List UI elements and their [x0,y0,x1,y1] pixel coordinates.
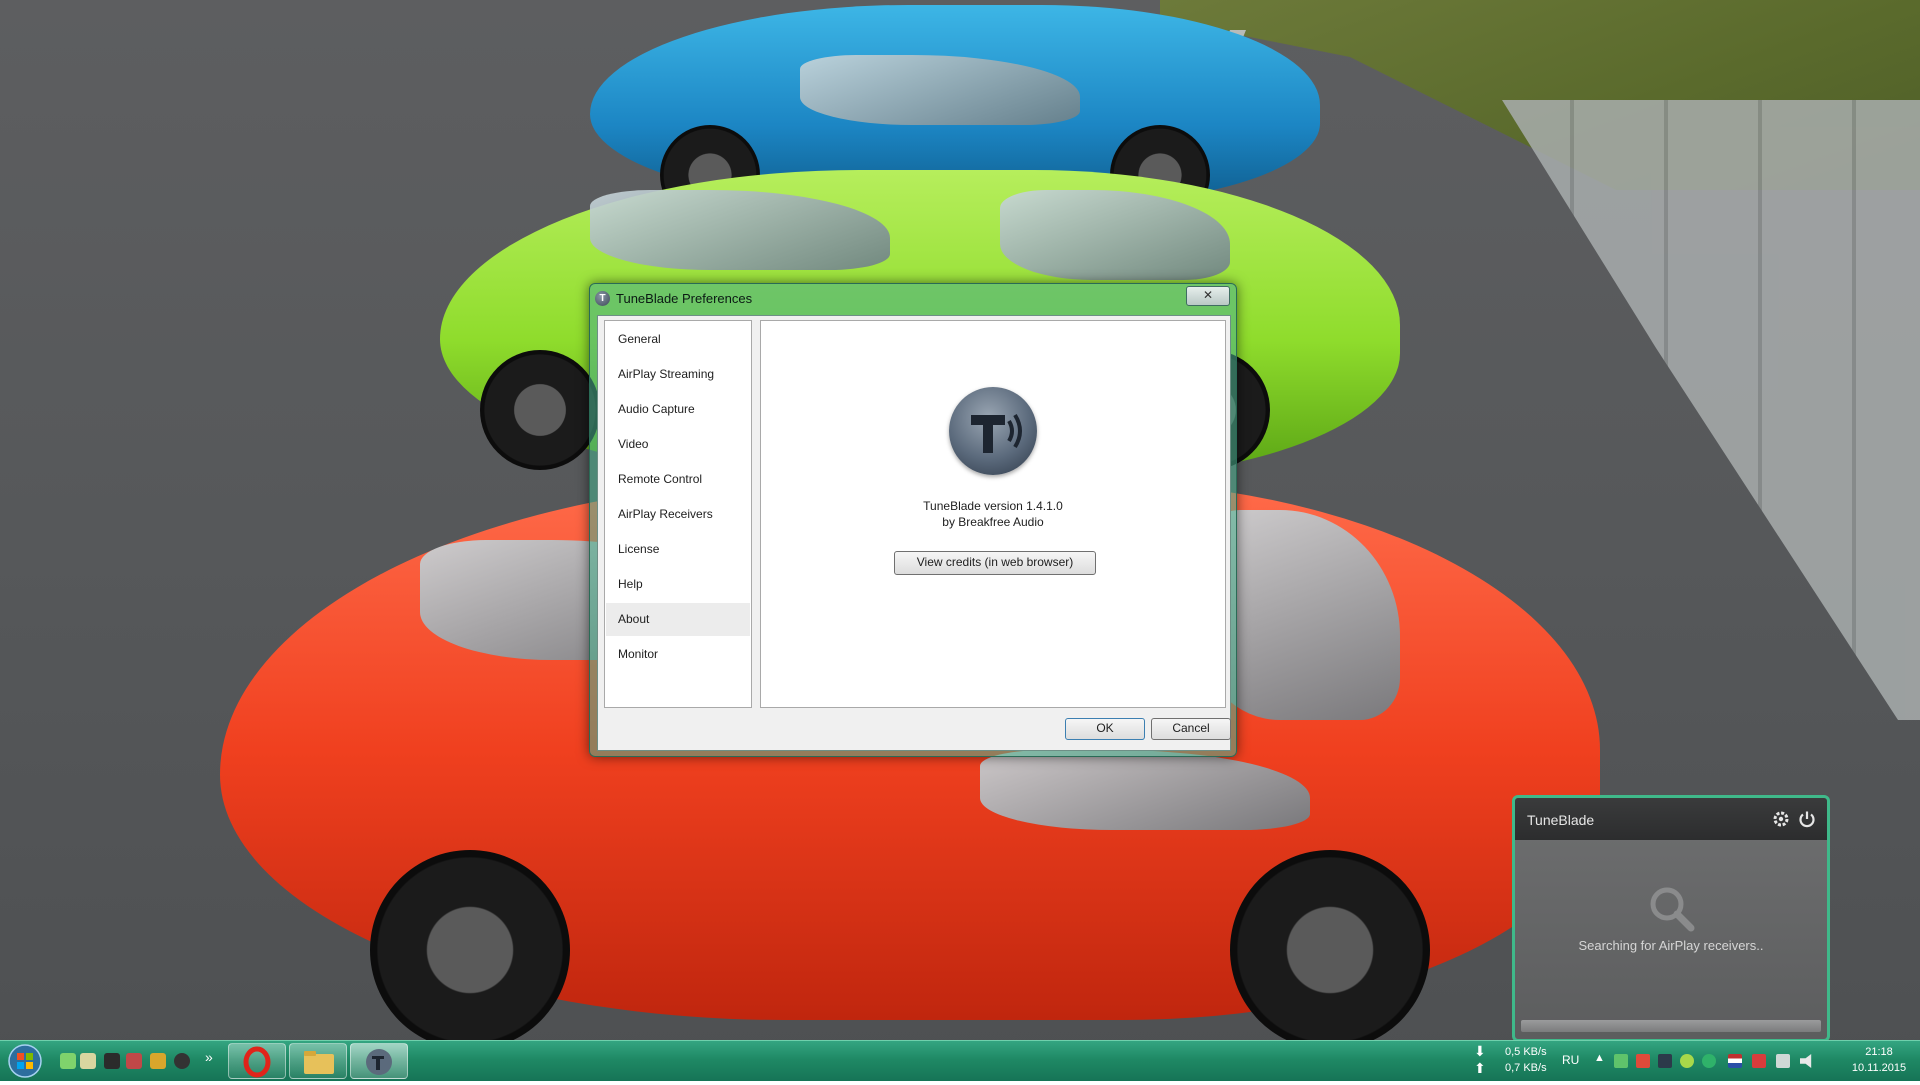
start-button[interactable] [3,1043,47,1079]
taskbar-opera-button[interactable] [228,1043,286,1079]
ok-button[interactable]: OK [1065,718,1145,740]
tray-icon-7[interactable] [1752,1054,1766,1068]
about-panel: TuneBlade version 1.4.1.0 by Breakfree A… [760,320,1226,708]
sidebar-item-audio-capture[interactable]: Audio Capture [606,393,750,426]
car-window [980,750,1310,830]
tray-flag-icon[interactable] [1728,1054,1742,1068]
folder-icon [304,1051,334,1074]
quicklaunch-icon-2[interactable] [80,1053,96,1069]
author-text: by Breakfree Audio [942,515,1044,529]
widget-bottom-bar [1521,1020,1821,1032]
window-client-area: General AirPlay Streaming Audio Capture … [597,315,1231,751]
tuneblade-app-icon: T [595,291,610,306]
car-wheel [1230,850,1430,1050]
quicklaunch-icon-3[interactable] [104,1053,120,1069]
volume-icon[interactable] [1800,1054,1812,1068]
car-wheel [480,350,600,470]
tray-icon-1[interactable] [1614,1054,1628,1068]
tuneblade-logo-icon [949,387,1037,475]
close-button[interactable]: ✕ [1186,286,1230,306]
quicklaunch-icon-4[interactable] [126,1053,142,1069]
window-title: TuneBlade Preferences [616,291,753,306]
sidebar-item-general[interactable]: General [606,323,750,356]
car-wheel [370,850,570,1050]
cancel-button[interactable]: Cancel [1151,718,1231,740]
network-download-speed: 0,5 KB/s [1505,1046,1547,1058]
language-indicator[interactable]: RU [1562,1053,1579,1067]
preferences-window: T TuneBlade Preferences ✕ General AirPla… [589,283,1237,757]
sidebar-item-airplay-receivers[interactable]: AirPlay Receivers [606,498,750,531]
view-credits-button[interactable]: View credits (in web browser) [894,551,1096,575]
sidebar-item-monitor[interactable]: Monitor [606,638,750,671]
tray-expand-icon[interactable]: ▲ [1594,1052,1605,1064]
sidebar-item-video[interactable]: Video [606,428,750,461]
taskbar-tuneblade-button[interactable] [350,1043,408,1079]
quicklaunch-icon-5[interactable] [150,1053,166,1069]
sidebar-item-airplay-streaming[interactable]: AirPlay Streaming [606,358,750,391]
clock-date[interactable]: 10.11.2015 [1844,1062,1914,1074]
title-bar[interactable]: T TuneBlade Preferences ✕ [590,284,1236,314]
widget-title: TuneBlade [1527,812,1595,828]
tray-icon-5[interactable] [1702,1054,1716,1068]
gear-icon[interactable] [1772,810,1790,828]
tray-tuneblade-icon[interactable] [1658,1054,1672,1068]
taskbar-explorer-button[interactable] [289,1043,347,1079]
preferences-sidebar: General AirPlay Streaming Audio Capture … [604,320,752,708]
tray-icon-2[interactable] [1636,1054,1650,1068]
sidebar-item-license[interactable]: License [606,533,750,566]
sidebar-item-help[interactable]: Help [606,568,750,601]
clock-time[interactable]: 21:18 [1844,1046,1914,1058]
version-text: TuneBlade version 1.4.1.0 [923,499,1063,513]
quicklaunch-icon-1[interactable] [60,1053,76,1069]
opera-icon [243,1046,271,1078]
car-window [800,55,1080,125]
tray-icon-4[interactable] [1680,1054,1694,1068]
tuneblade-icon [366,1049,392,1075]
sidebar-item-remote-control[interactable]: Remote Control [606,463,750,496]
search-status-text: Searching for AirPlay receivers.. [1578,938,1764,953]
tuneblade-widget: TuneBlade Searching for AirPlay receiver… [1512,795,1830,1042]
quicklaunch-icon-6[interactable] [174,1053,190,1069]
car-window [1000,190,1230,280]
search-icon [1650,887,1695,932]
taskbar: » ⬇ ⬆ 0,5 KB/s 0,7 KB/s RU ▲ 21:18 10.11… [0,1040,1920,1081]
quicklaunch-overflow-icon[interactable]: » [205,1049,213,1065]
download-arrow-icon: ⬇ [1474,1043,1486,1059]
sidebar-item-about[interactable]: About [606,603,750,636]
widget-header: TuneBlade [1515,798,1827,840]
wallpaper-pavers [1502,100,1920,720]
network-upload-speed: 0,7 KB/s [1505,1062,1547,1074]
network-icon[interactable] [1776,1054,1790,1068]
upload-arrow-icon: ⬆ [1474,1060,1486,1076]
power-icon[interactable] [1798,810,1816,828]
car-window [590,190,890,270]
